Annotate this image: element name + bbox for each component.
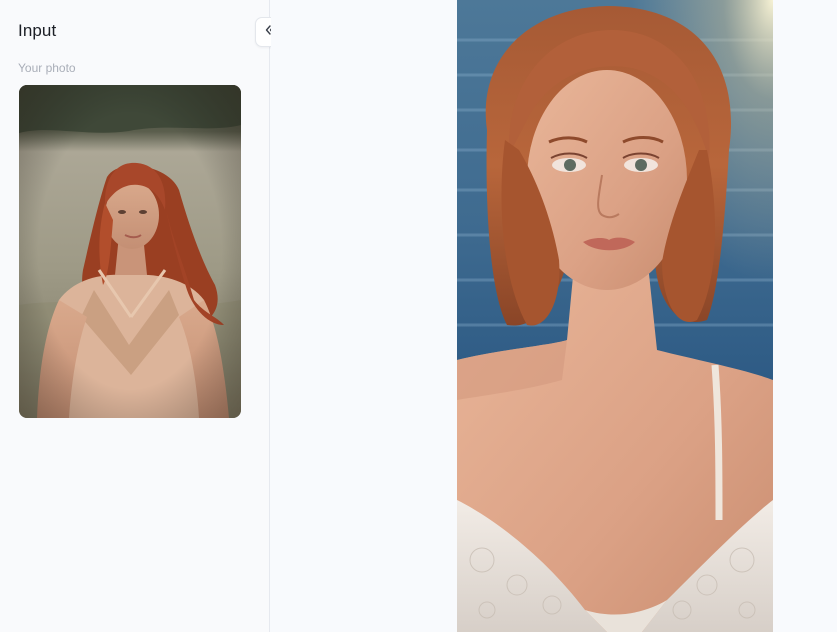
input-photo-thumbnail[interactable] <box>19 85 241 418</box>
result-photo[interactable] <box>457 0 773 632</box>
panel-title: Input <box>18 21 57 40</box>
input-photo-image <box>19 85 241 418</box>
app: Input Your photo <box>0 0 837 632</box>
your-photo-label: Your photo <box>18 61 76 75</box>
output-area <box>271 0 837 632</box>
input-panel: Input Your photo <box>0 0 285 632</box>
result-photo-image <box>457 0 773 632</box>
